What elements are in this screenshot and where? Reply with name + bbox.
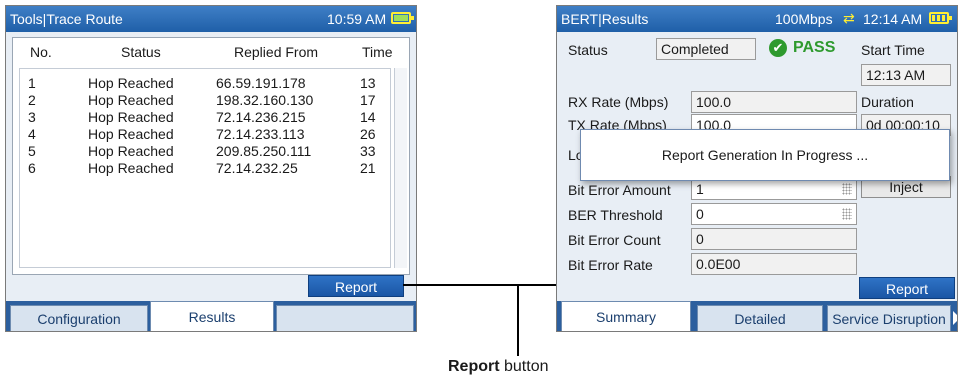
battery-icon (929, 12, 952, 24)
cell-no: 5 (28, 143, 36, 159)
callout-line-left (403, 284, 556, 286)
tab-empty[interactable] (276, 305, 414, 331)
status-value: Completed (656, 38, 756, 60)
col-replied-from: Replied From (234, 44, 319, 60)
ber-threshold-value: 0 (696, 206, 704, 222)
clock: 12:14 AM (863, 11, 923, 27)
results-table: No. Status Replied From Time 1 Hop Reach… (12, 37, 410, 275)
cell-no: 4 (28, 126, 36, 142)
table-row[interactable]: 4 Hop Reached 72.14.233.113 26 (20, 126, 390, 143)
cell-status: Hop Reached (88, 109, 174, 125)
callout-bold: Report (448, 358, 500, 375)
tab-service-disruption[interactable]: Service Disruption (827, 305, 951, 331)
grip-icon (842, 208, 852, 220)
clock: 10:59 AM (327, 11, 387, 27)
screen-title: Tools|Trace Route (10, 11, 123, 27)
bit-error-amount-value: 1 (696, 181, 704, 197)
cell-from: 66.59.191.178 (216, 75, 306, 91)
cell-no: 6 (28, 160, 36, 176)
cell-no: 1 (28, 75, 36, 91)
callout-label: Report button (448, 358, 549, 376)
cell-from: 72.14.236.215 (216, 109, 306, 125)
col-time: Time (362, 44, 393, 60)
verdict-text: PASS (793, 39, 836, 56)
rx-rate-label: RX Rate (Mbps) (568, 94, 669, 110)
report-button[interactable]: Report (859, 277, 955, 299)
bert-results-screen: BERT|Results 100Mbps ⇄ 12:14 AM Status C… (556, 5, 958, 332)
cell-status: Hop Reached (88, 160, 174, 176)
trace-route-screen: Tools|Trace Route 10:59 AM No. Status Re… (5, 5, 417, 332)
col-no: No. (30, 44, 52, 60)
cell-no: 2 (28, 92, 36, 108)
cell-time: 26 (360, 126, 376, 142)
link-rate: 100Mbps (775, 11, 833, 27)
cell-time: 17 (360, 92, 376, 108)
table-header: No. Status Replied From Time (13, 38, 409, 64)
bit-error-rate-label: Bit Error Rate (568, 257, 653, 273)
status-label: Status (568, 42, 608, 58)
grip-icon (842, 183, 852, 195)
title-bar: BERT|Results 100Mbps ⇄ 12:14 AM (557, 6, 957, 32)
tab-summary[interactable]: Summary (561, 301, 691, 331)
ber-threshold-field[interactable]: 0 (691, 203, 857, 225)
table-body: 1 Hop Reached 66.59.191.178 13 2 Hop Rea… (19, 68, 391, 268)
callout-line-vertical (517, 284, 519, 356)
col-status: Status (121, 44, 161, 60)
cell-time: 33 (360, 143, 376, 159)
tab-configuration[interactable]: Configuration (10, 305, 148, 331)
bit-error-amount-label: Bit Error Amount (568, 182, 671, 198)
cell-time: 21 (360, 160, 376, 176)
cell-status: Hop Reached (88, 126, 174, 142)
cell-status: Hop Reached (88, 143, 174, 159)
tab-detailed[interactable]: Detailed (697, 305, 823, 331)
transfer-arrows-icon: ⇄ (843, 10, 855, 26)
rx-rate-value: 100.0 (691, 91, 857, 113)
start-time-value: 12:13 AM (861, 64, 951, 86)
cell-time: 13 (360, 75, 376, 91)
table-row[interactable]: 1 Hop Reached 66.59.191.178 13 (20, 75, 390, 92)
cell-from: 72.14.233.113 (216, 126, 305, 142)
cell-status: Hop Reached (88, 92, 174, 108)
report-button[interactable]: Report (308, 275, 404, 297)
table-row[interactable]: 5 Hop Reached 209.85.250.111 33 (20, 143, 390, 160)
bit-error-rate-value: 0.0E00 (691, 253, 857, 275)
cell-status: Hop Reached (88, 75, 174, 91)
table-row[interactable]: 6 Hop Reached 72.14.232.25 21 (20, 160, 390, 177)
battery-icon (391, 12, 414, 24)
callout-rest: button (499, 358, 549, 375)
tab-bar: Configuration Results (6, 301, 416, 331)
cell-no: 3 (28, 109, 36, 125)
tab-results[interactable]: Results (150, 301, 274, 331)
tab-bar: Summary Detailed Service Disruption (557, 301, 957, 331)
scroll-right-arrow-icon[interactable] (953, 311, 957, 325)
bit-error-count-label: Bit Error Count (568, 232, 661, 248)
cell-from: 198.32.160.130 (216, 92, 314, 108)
cell-from: 209.85.250.111 (216, 143, 312, 159)
table-row[interactable]: 2 Hop Reached 198.32.160.130 17 (20, 92, 390, 109)
vertical-scrollbar[interactable] (394, 68, 407, 268)
pass-check-icon: ✔ (769, 39, 787, 57)
ber-threshold-label: BER Threshold (568, 207, 663, 223)
bit-error-amount-field[interactable]: 1 (691, 178, 857, 200)
cell-from: 72.14.232.25 (216, 160, 298, 176)
start-time-label: Start Time (861, 42, 925, 58)
cell-time: 14 (360, 109, 376, 125)
progress-dialog: Report Generation In Progress ... (580, 129, 950, 181)
table-row[interactable]: 3 Hop Reached 72.14.236.215 14 (20, 109, 390, 126)
screen-title: BERT|Results (561, 11, 649, 27)
title-bar: Tools|Trace Route 10:59 AM (6, 6, 416, 32)
bit-error-count-value: 0 (691, 228, 857, 250)
duration-label: Duration (861, 94, 914, 110)
